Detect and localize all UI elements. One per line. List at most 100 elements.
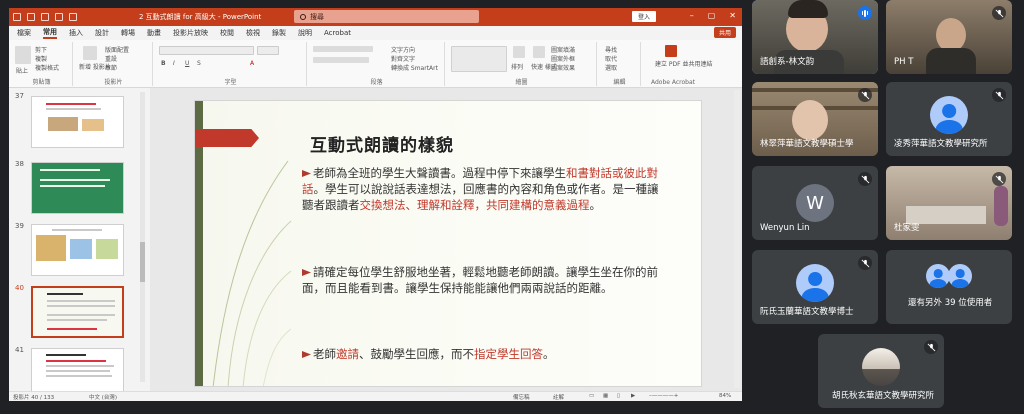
tab-slideshow[interactable]: 投影片放映 (173, 28, 208, 38)
strike-button[interactable]: S (197, 60, 201, 67)
text-direction-button[interactable]: 文字方向 (391, 45, 415, 54)
shape-outline-button[interactable]: 圖案外框 (551, 54, 575, 63)
smartart-button[interactable]: 轉換成 SmartArt (391, 63, 438, 72)
new-slide-icon[interactable] (83, 46, 97, 60)
bold-button[interactable]: B (161, 60, 166, 67)
tab-help[interactable]: 說明 (298, 28, 312, 38)
search-input[interactable]: 搜尋 (294, 10, 479, 23)
normal-view-icon[interactable]: ▭ (589, 393, 594, 399)
tab-home[interactable]: 常用 (43, 27, 57, 39)
thumb-image (36, 235, 66, 261)
participant-tile-7[interactable]: 阮氏玉蘭華語文教學博士 (752, 250, 878, 324)
thumb-text-line (46, 365, 114, 367)
slides-group: 新增 投影片 版面配置 重設 章節 投影片 (75, 42, 153, 86)
language-status[interactable]: 中文 (台灣) (89, 393, 117, 401)
participant-tile-2[interactable]: PH T (886, 0, 1012, 74)
reset-button[interactable]: 重設 (105, 54, 117, 63)
arrange-icon[interactable] (513, 46, 525, 58)
login-button[interactable]: 登入 (632, 11, 657, 22)
arrange-label[interactable]: 排列 (511, 62, 523, 71)
pdf-icon[interactable] (665, 45, 677, 57)
tab-design[interactable]: 設計 (95, 28, 109, 38)
align-buttons[interactable] (313, 57, 369, 63)
slide-editor: 互動式朗讀的樣貌 老師為全班的學生大聲讀書。過程中停下來讓學生和書對話或彼此對話… (150, 88, 742, 392)
notes-button[interactable]: 備忘稿 (513, 393, 530, 401)
thumb-title-line (46, 354, 86, 356)
tab-review[interactable]: 校閱 (220, 28, 234, 38)
quick-styles-icon[interactable] (533, 46, 545, 58)
restore-icon[interactable]: ▢ (708, 11, 716, 20)
share-button[interactable]: 共用 (713, 27, 736, 38)
sections-button[interactable]: 章節 (105, 63, 117, 72)
participant-tile-5[interactable]: W Wenyun Lin (752, 166, 878, 240)
thumbnail-slide-40[interactable] (31, 286, 124, 338)
redo-icon[interactable] (55, 13, 63, 21)
video-face (936, 18, 966, 52)
list-buttons[interactable] (313, 46, 373, 52)
thumbnail-slide-37[interactable] (31, 96, 124, 148)
thumbnail-slide-39[interactable] (31, 224, 124, 276)
participant-tile-3[interactable]: 林翠萍華語文教學碩士學 (752, 82, 878, 156)
underline-button[interactable]: U (185, 60, 189, 67)
current-slide[interactable]: 互動式朗讀的樣貌 老師為全班的學生大聲讀書。過程中停下來讓學生和書對話或彼此對話… (194, 100, 702, 387)
tab-transitions[interactable]: 轉場 (121, 28, 135, 38)
shape-fill-button[interactable]: 圖案填滿 (551, 45, 575, 54)
layout-button[interactable]: 版面配置 (105, 45, 129, 54)
thumbnail-slide-41[interactable] (31, 348, 124, 392)
slideshow-icon[interactable]: ▶ (631, 393, 635, 399)
reading-view-icon[interactable]: ▯ (617, 393, 620, 399)
window-title: 2 互動式朗讀 for 高級大 - PowerPoint (139, 13, 262, 21)
comments-button[interactable]: 註解 (553, 393, 564, 401)
present-icon[interactable] (69, 13, 77, 21)
font-color-button[interactable]: A (250, 60, 254, 67)
select-button[interactable]: 選取 (605, 63, 617, 72)
thumbnail-number: 37 (15, 92, 24, 100)
zoom-slider[interactable]: –————+ (649, 393, 678, 399)
minimize-icon[interactable]: – (690, 11, 694, 20)
participant-tile-6[interactable]: 杜家雯 (886, 166, 1012, 240)
participant-tile-9[interactable]: 胡氏秋玄華語文教學研究所 (818, 334, 944, 408)
participant-tile-1[interactable]: 語創系-林文韵 (752, 0, 878, 74)
undo-icon[interactable] (41, 13, 49, 21)
autosave-icon[interactable] (13, 13, 21, 21)
close-icon[interactable]: ✕ (729, 11, 736, 20)
save-icon[interactable] (27, 13, 35, 21)
tab-view[interactable]: 檢視 (246, 28, 260, 38)
participant-tile-4[interactable]: 凌秀萍華語文教學研究所 (886, 82, 1012, 156)
participant-name: 凌秀萍華語文教學研究所 (894, 139, 988, 149)
format-painter-button[interactable]: 複製格式 (35, 63, 59, 72)
thumbnail-scrollbar[interactable] (140, 92, 145, 382)
tab-file[interactable]: 檔案 (17, 28, 31, 38)
zoom-level[interactable]: 84% (719, 393, 731, 399)
tab-record[interactable]: 錄製 (272, 28, 286, 38)
cut-button[interactable]: 剪下 (35, 45, 47, 54)
copy-button[interactable]: 複製 (35, 54, 47, 63)
more-participants-tile[interactable]: 還有另外 39 位使用者 (886, 250, 1012, 324)
paste-icon[interactable] (15, 46, 31, 64)
thumb-text-line (47, 319, 107, 321)
font-size-select[interactable] (257, 46, 279, 55)
thumb-text-line (40, 185, 105, 187)
avatar-person-icon (796, 264, 834, 302)
tab-acrobat[interactable]: Acrobat (324, 29, 351, 37)
sorter-view-icon[interactable]: ▦ (603, 393, 608, 399)
bullet-arrow-icon (302, 269, 311, 276)
scroll-thumb[interactable] (140, 242, 145, 282)
tab-animations[interactable]: 動畫 (147, 28, 161, 38)
thumb-text-line (52, 229, 102, 231)
align-text-button[interactable]: 對齊文字 (391, 54, 415, 63)
thumbnail-slide-38[interactable] (31, 162, 124, 214)
highlighted-text: 交換想法、理解和詮釋，共同建構的意義過程 (359, 198, 590, 212)
shapes-gallery[interactable] (451, 46, 507, 72)
highlighted-text: 指定學生回答 (474, 347, 543, 361)
replace-button[interactable]: 取代 (605, 54, 617, 63)
editor-scrollbar[interactable] (734, 90, 740, 388)
font-name-select[interactable] (159, 46, 254, 55)
tab-insert[interactable]: 插入 (69, 28, 83, 38)
find-button[interactable]: 尋找 (605, 45, 617, 54)
create-pdf-button[interactable]: 建立 PDF 並共用連結 (655, 59, 713, 68)
thumb-text-line (46, 108, 101, 110)
italic-button[interactable]: I (173, 60, 175, 67)
shape-effects-button[interactable]: 圖案效果 (551, 63, 575, 72)
paste-label[interactable]: 貼上 (16, 66, 28, 75)
